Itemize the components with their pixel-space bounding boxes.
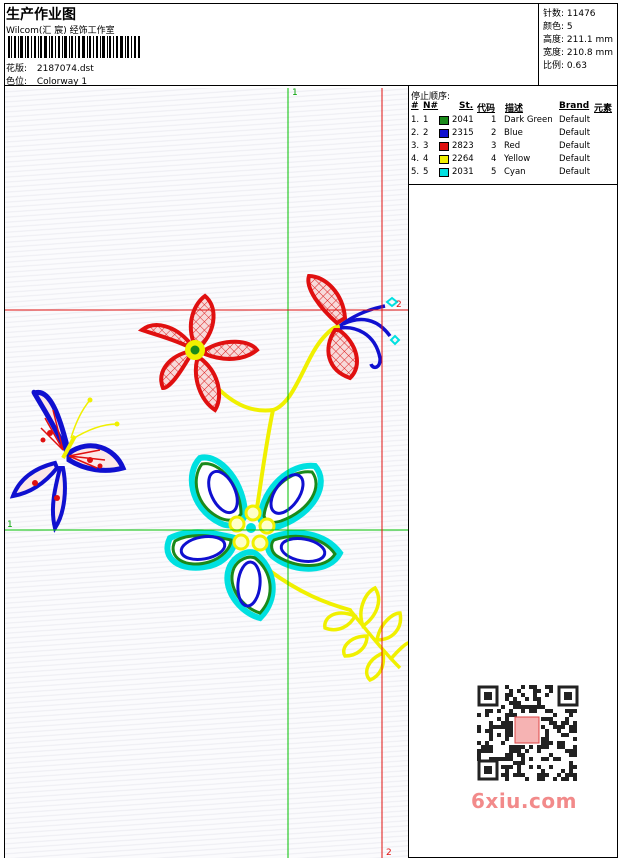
stitch-count: 针数: 11476	[543, 9, 596, 19]
row-brand: Default	[559, 167, 591, 177]
col-header-num: #	[411, 101, 419, 111]
row-needle-number: 2	[423, 128, 429, 138]
design-preview-canvas: 1 1 2 2	[5, 88, 408, 858]
col-header-element: 元素	[594, 104, 613, 114]
color-swatch	[439, 168, 449, 177]
row-needle-number: 1	[423, 115, 429, 125]
stop-sequence-panel: 停止顺序: # N# St. 代码 描述 Brand 元素 1. 1 2041 1 Da…	[409, 86, 618, 185]
guide-label-red-right: 2	[396, 300, 402, 310]
stop-sequence-row: 4. 4 2264 4 Yellow Default	[409, 154, 618, 167]
panel-divider	[408, 86, 409, 858]
stats-panel: 针数: 11476 颜色: 5 高度: 211.1 mm 宽度: 210.8 m…	[538, 3, 618, 85]
page-title: 生产作业图	[6, 7, 76, 23]
row-brand: Default	[559, 141, 591, 151]
color-swatch	[439, 155, 449, 164]
row-description: Yellow	[504, 154, 531, 164]
guide-label-green-top: 1	[292, 88, 298, 98]
row-code: 3	[491, 141, 497, 151]
qr-code	[471, 681, 581, 786]
row-brand: Default	[559, 154, 591, 164]
row-stitch-code: 2823	[452, 141, 474, 151]
col-header-brand: Brand	[559, 101, 590, 111]
red-flower-small	[137, 293, 260, 413]
row-code: 4	[491, 154, 497, 164]
large-flower	[164, 454, 344, 622]
stop-sequence-row: 5. 5 2031 5 Cyan Default	[409, 167, 618, 180]
row-needle-number: 3	[423, 141, 429, 151]
yellow-fern	[323, 585, 408, 683]
row-description: Blue	[504, 128, 523, 138]
butterfly	[9, 389, 127, 533]
row-needle-number: 5	[423, 167, 429, 177]
row-stitch-code: 2315	[452, 128, 474, 138]
guide-label-green-left: 1	[7, 520, 13, 530]
row-description: Red	[504, 141, 521, 151]
barcode	[8, 36, 140, 58]
row-description: Dark Green	[504, 115, 553, 125]
col-header-desc: 描述	[505, 104, 524, 114]
design-height: 高度: 211.1 mm	[543, 35, 614, 45]
row-code: 1	[491, 115, 497, 125]
color-swatch	[439, 116, 449, 125]
watermark-text: 6xiu.com	[471, 789, 577, 813]
design-scale: 比例: 0.63	[543, 61, 587, 71]
row-number: 5.	[411, 167, 420, 177]
col-header-st: St.	[459, 101, 474, 111]
row-number: 4.	[411, 154, 420, 164]
col-header-no: N#	[423, 101, 439, 111]
design-width: 宽度: 210.8 mm	[543, 48, 614, 58]
row-code: 2	[491, 128, 497, 138]
row-number: 2.	[411, 128, 420, 138]
row-code: 5	[491, 167, 497, 177]
design-file-value: 2187074.dst	[36, 64, 94, 74]
row-brand: Default	[559, 128, 591, 138]
company-name: Wilcom(汇 宸) 经饰工作室	[6, 26, 115, 36]
row-number: 3.	[411, 141, 420, 151]
color-swatch	[439, 129, 449, 138]
qr-code-pattern	[471, 681, 581, 786]
design-file-label: 花版:	[6, 64, 28, 74]
color-count: 颜色: 5	[543, 22, 573, 32]
row-description: Cyan	[504, 167, 526, 177]
col-header-code: 代码	[477, 104, 496, 114]
row-brand: Default	[559, 115, 591, 125]
row-number: 1.	[411, 115, 420, 125]
row-stitch-code: 2031	[452, 167, 474, 177]
guide-label-red-bottom: 2	[386, 848, 392, 858]
stop-sequence-row: 1. 1 2041 1 Dark Green Default	[409, 115, 618, 128]
color-swatch	[439, 142, 449, 151]
seal-stamp	[514, 716, 540, 744]
stop-sequence-row: 3. 3 2823 3 Red Default	[409, 141, 618, 154]
design-file-line: 花版: 2187074.dst	[6, 61, 94, 74]
stop-sequence-row: 2. 2 2315 2 Blue Default	[409, 128, 618, 141]
row-stitch-code: 2264	[452, 154, 474, 164]
row-stitch-code: 2041	[452, 115, 474, 125]
embroidery-design	[5, 88, 408, 858]
row-needle-number: 4	[423, 154, 429, 164]
